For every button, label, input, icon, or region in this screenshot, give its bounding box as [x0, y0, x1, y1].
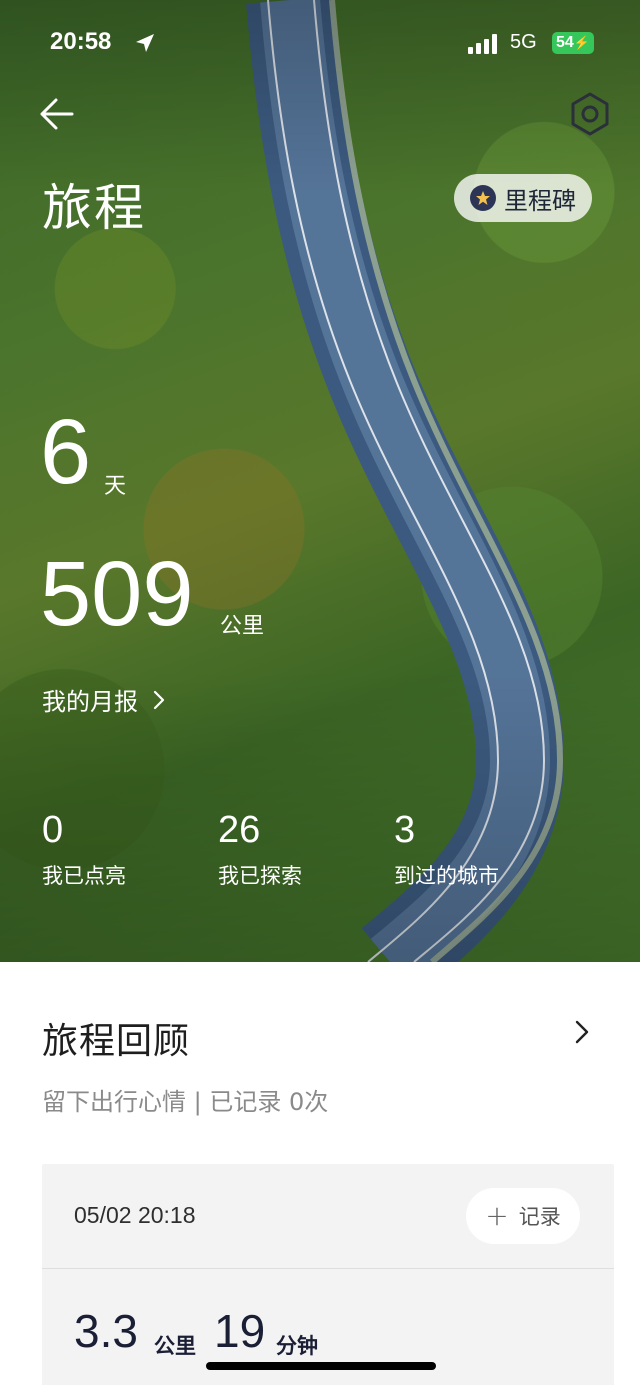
- status-bar: 20:58 5G 54⚡: [0, 24, 640, 64]
- stat-explored-value: 26: [218, 809, 261, 851]
- milestone-label: 里程碑: [504, 186, 576, 215]
- trip-datetime: 05/02 20:18: [74, 1202, 196, 1228]
- status-time: 20:58: [50, 28, 112, 55]
- network-label: 5G: [510, 31, 537, 53]
- location-arrow-icon: [136, 34, 154, 52]
- signal-bars-icon: [468, 34, 497, 54]
- days-unit: 天: [104, 474, 127, 499]
- review-more-button[interactable]: [574, 1018, 590, 1050]
- home-indicator[interactable]: [206, 1362, 436, 1370]
- stat-lit-label: 我已点亮: [42, 863, 126, 888]
- monthly-report-link[interactable]: 我的月报: [42, 682, 166, 717]
- trip-card[interactable]: 05/02 20:18 + 记录 3.3 公里 19 分钟: [42, 1164, 614, 1385]
- stat-cities-label: 到过的城市: [394, 863, 499, 888]
- review-subtitle: 留下出行心情 | 已记录 0次: [42, 1088, 329, 1116]
- stat-cities-value: 3: [394, 809, 416, 851]
- arrow-left-icon: [40, 98, 74, 130]
- settings-button[interactable]: [566, 90, 614, 138]
- page-title: 旅程: [42, 179, 146, 237]
- chevron-right-icon: [575, 1020, 589, 1044]
- stat-lit[interactable]: 0 我已点亮: [42, 809, 126, 890]
- monthly-report-label: 我的月报: [42, 688, 138, 716]
- trip-duration-value: 19: [214, 1305, 266, 1357]
- charging-bolt-icon: ⚡: [573, 35, 590, 50]
- trip-duration-unit: 分钟: [276, 1334, 318, 1358]
- chevron-right-icon: [153, 690, 165, 709]
- days-value: 6: [40, 401, 92, 503]
- trip-distance-unit: 公里: [154, 1334, 196, 1358]
- stat-explored[interactable]: 26 我已探索: [218, 809, 302, 890]
- back-button[interactable]: [36, 92, 80, 136]
- record-label: 记录: [518, 1205, 561, 1229]
- hero-banner: 20:58 5G 54⚡ 旅程 里程碑 6 天 509 公里 我的月报 0 我已…: [0, 0, 640, 962]
- battery-indicator: 54⚡: [552, 32, 594, 54]
- record-button[interactable]: + 记录: [466, 1188, 580, 1244]
- stat-cities[interactable]: 3 到过的城市: [394, 809, 499, 890]
- review-title: 旅程回顾: [42, 1021, 191, 1062]
- total-km-value: 509: [40, 543, 194, 645]
- star-badge-icon: [470, 185, 496, 211]
- total-km-unit: 公里: [220, 614, 265, 639]
- card-divider: [42, 1268, 614, 1269]
- stat-lit-value: 0: [42, 809, 64, 851]
- plus-icon: +: [485, 1199, 509, 1232]
- stat-explored-label: 我已探索: [218, 863, 302, 888]
- milestone-button[interactable]: 里程碑: [454, 174, 592, 222]
- hexagon-gear-icon: [571, 92, 609, 136]
- battery-level: 54: [556, 34, 574, 51]
- trip-distance-value: 3.3: [74, 1305, 138, 1357]
